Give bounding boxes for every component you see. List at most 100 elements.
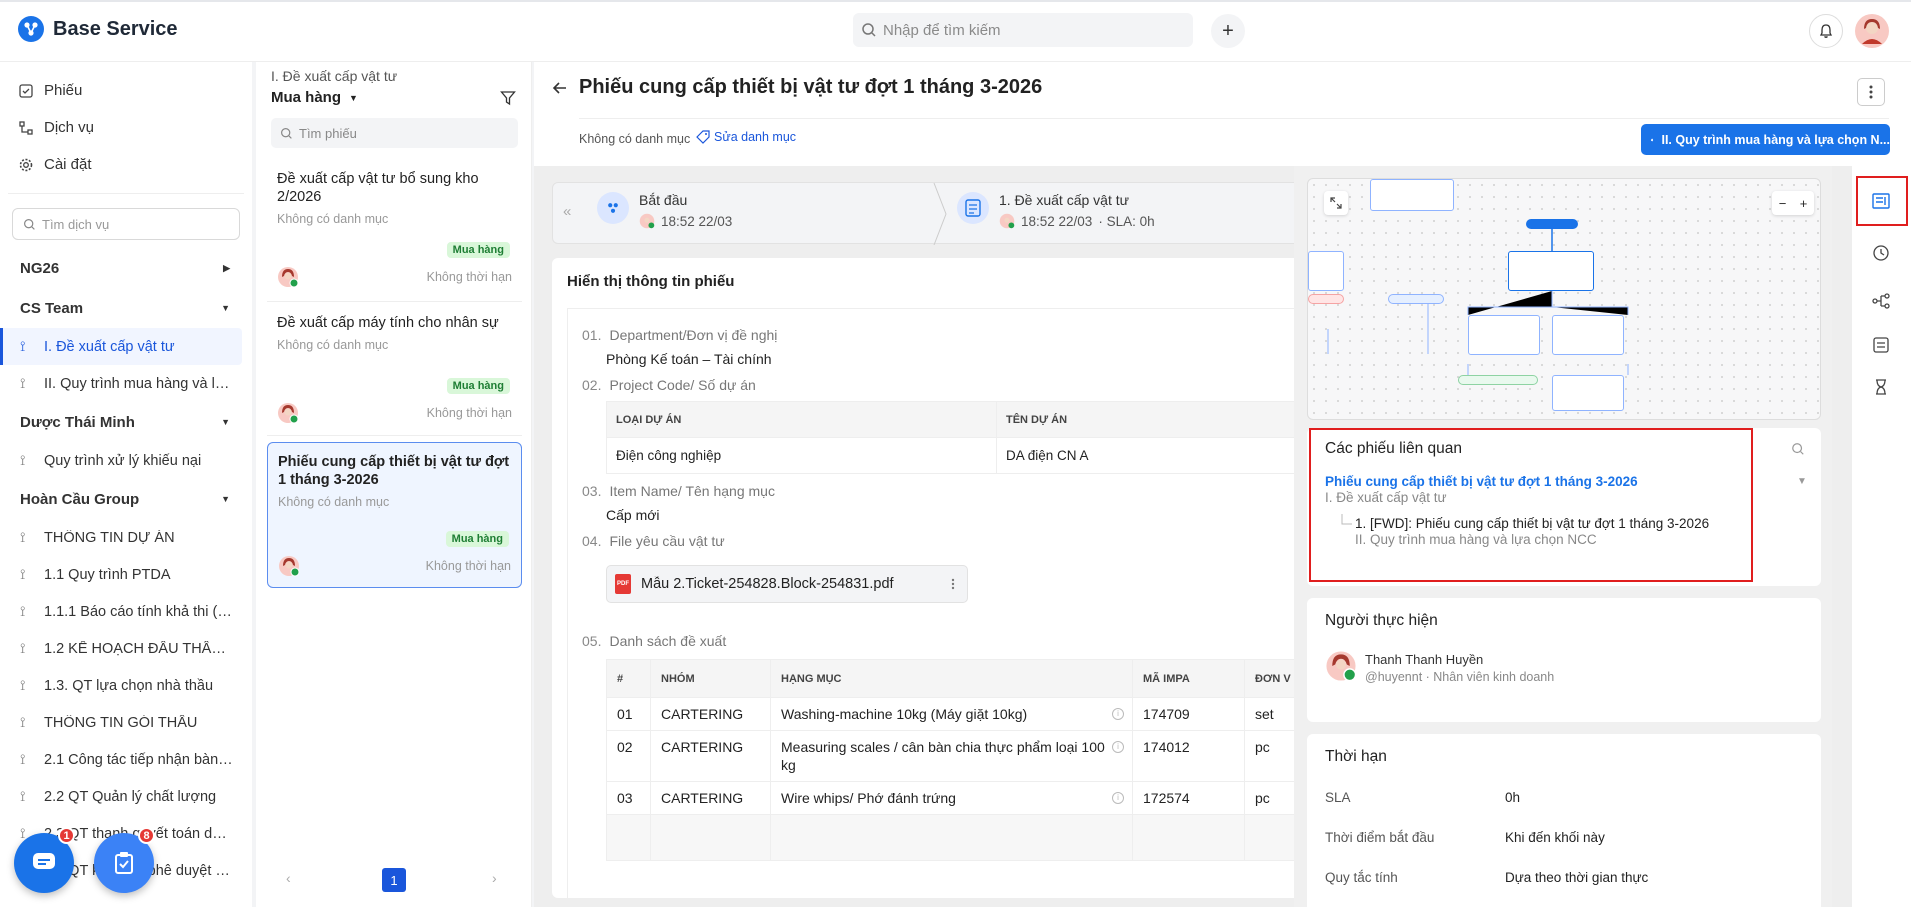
user-avatar[interactable] (1855, 14, 1889, 48)
workflow-icon[interactable] (1872, 292, 1890, 310)
group-cs-team[interactable]: CS Team ▼ (0, 288, 252, 328)
ticket-card[interactable]: Đề xuất cấp máy tính cho nhân sự Không c… (267, 304, 522, 436)
avatar (278, 555, 300, 577)
avatar-icon (1326, 651, 1357, 682)
nav-settings[interactable]: Cài đặt (0, 146, 252, 183)
edit-category-link[interactable]: Sửa danh mục (696, 130, 796, 144)
group-name: Dược Thái Minh (20, 413, 135, 431)
column-header: LOẠI DỰ ÁN (606, 401, 997, 438)
sidebar-item[interactable]: ⟟ 1.2 KẾ HOẠCH ĐẤU THẦU CHI TIẾT (0, 630, 252, 667)
tasks-button[interactable]: 8 (94, 827, 155, 893)
sidebar-item[interactable]: ⟟ THÔNG TIN DỰ ÁN (0, 519, 252, 556)
clock-icon[interactable] (1872, 244, 1890, 262)
related-child-service: II. Quy trình mua hàng và lựa chọn NCC (1355, 532, 1597, 547)
search-icon (862, 23, 876, 37)
group-hoan-cau[interactable]: Hoàn Cầu Group ▼ (0, 479, 252, 519)
kebab-icon[interactable] (951, 578, 955, 590)
column-header: TÊN DỰ ÁN (996, 401, 1312, 438)
group-duoc-thai-minh[interactable]: Dược Thái Minh ▼ (0, 402, 252, 442)
info-icon[interactable]: i (1112, 741, 1124, 753)
sidebar-item-label: II. Quy trình mua hàng và lựa chọn NCC (44, 375, 234, 392)
nav-tickets[interactable]: Phiếu (0, 72, 252, 109)
add-button[interactable]: + (1211, 14, 1245, 48)
caret-down-icon[interactable]: ▼ (1797, 476, 1807, 487)
chevrons-left-icon[interactable]: « (563, 203, 571, 220)
group-name: Hoàn Cầu Group (20, 490, 140, 508)
related-main-ticket[interactable]: Phiếu cung cấp thiết bị vật tư đợt 1 thá… (1325, 474, 1638, 489)
table-row: 02 CARTERING i Measuring scales / cân bàn… (606, 730, 1312, 782)
sidebar-item-label: 1.1 Quy trình PTDA (44, 566, 171, 583)
checklist-icon[interactable] (1872, 336, 1890, 354)
workflow-diagram[interactable]: − + (1307, 178, 1821, 420)
sidebar-item-khieu-nai[interactable]: ⟟ Quy trình xử lý khiếu nại (0, 442, 252, 479)
next-page-button[interactable]: › (492, 870, 497, 886)
right-panel: − + Các phiếu liên quan Phiếu cung cấp th… (1294, 166, 1832, 907)
tree-branch-icon (1341, 514, 1352, 525)
sidebar-item-de-xuat[interactable]: ⟟ I. Đề xuất cấp vật tư (0, 328, 242, 365)
ticket-icon (19, 83, 33, 98)
nav-label: Dịch vụ (44, 119, 95, 136)
info-icon[interactable]: i (1112, 708, 1124, 720)
service-icon: ⟟ (20, 640, 26, 657)
process-button[interactable]: II. Quy trình mua hàng và lựa chọn N... (1641, 124, 1890, 155)
info-icon[interactable]: i (1112, 792, 1124, 804)
global-search[interactable]: Nhập để tìm kiếm (853, 13, 1193, 47)
ticket-tag: Mua hàng (446, 242, 510, 258)
sort-label: Mua hàng (271, 89, 341, 106)
service-search[interactable]: Tìm dịch vụ (12, 208, 240, 240)
sidebar-item[interactable]: ⟟ 1.1 Quy trình PTDA (0, 556, 252, 593)
nav-label: Phiếu (44, 82, 83, 99)
ticket-search[interactable]: Tìm phiếu (271, 118, 518, 148)
sidebar-item[interactable]: ⟟ 1.1.1 Báo cáo tính khả thi (Tiền khả th… (0, 593, 252, 630)
page-number[interactable]: 1 (382, 868, 406, 892)
pagination: ‹ 1 › (256, 868, 532, 898)
prev-page-button[interactable]: ‹ (286, 870, 291, 886)
service-icon: ⟟ (20, 714, 26, 731)
notification-button[interactable] (1809, 14, 1843, 48)
search-icon[interactable] (1791, 442, 1805, 456)
sidebar-item[interactable]: ⟟ 2.2 QT Quản lý chất lượng (0, 778, 252, 815)
field-label-text: Danh sách đề xuất (609, 633, 727, 649)
logo-icon (18, 16, 44, 42)
chat-button[interactable]: 1 (14, 827, 75, 893)
sidebar-item-label: 1.2 KẾ HOẠCH ĐẤU THẦU CHI TIẾT (44, 640, 234, 657)
bell-icon (1819, 24, 1833, 38)
step-name: 1. Đề xuất cấp vật tư (999, 192, 1129, 208)
detail-panel-icon[interactable] (1872, 192, 1890, 210)
arrow-left-icon (552, 82, 566, 94)
group-ng26[interactable]: NG26 ▶ (0, 248, 252, 288)
field-value: Phòng Kế toán – Tài chính (606, 351, 772, 367)
more-options-button[interactable] (1857, 78, 1885, 106)
deadline-title: Thời hạn (1325, 748, 1387, 765)
back-button[interactable] (552, 80, 568, 96)
ticket-card-selected[interactable]: Phiếu cung cấp thiết bị vật tư đợt 1 thá… (267, 442, 522, 588)
step-1[interactable]: 1. Đề xuất cấp vật tư 18:52 22/03 · SLA: … (957, 192, 1155, 229)
flow-node[interactable] (1552, 375, 1624, 411)
filter-button[interactable] (500, 90, 516, 106)
step-start[interactable]: Bắt đầu 18:52 22/03 (597, 192, 732, 229)
file-attachment[interactable]: PDF Mẫu 2.Ticket-254828.Block-254831.pdf (606, 565, 968, 603)
sidebar-item[interactable]: ⟟ 2.1 Công tác tiếp nhận bàn giao (0, 741, 252, 778)
brand[interactable]: Base Service (18, 16, 178, 42)
sidebar-item[interactable]: ⟟ THÔNG TIN GÓI THẦU (0, 704, 252, 741)
field-value: Cấp mới (606, 507, 660, 523)
hourglass-icon[interactable] (1872, 378, 1890, 396)
field-label: 03. Item Name/ Tên hạng mục (582, 483, 775, 499)
avatar-icon (278, 403, 299, 424)
sort-dropdown[interactable]: Mua hàng ▼ (271, 89, 358, 106)
related-child-ticket[interactable]: 1. [FWD]: Phiếu cung cấp thiết bị vật tư… (1355, 516, 1709, 531)
sidebar-item[interactable]: ⟟ 1.3. QT lựa chọn nhà thầu (0, 667, 252, 704)
cell: Điện công nghiệp (606, 437, 997, 474)
flow-node-active[interactable] (1508, 251, 1594, 291)
sidebar-item-quy-trinh-mua-hang[interactable]: ⟟ II. Quy trình mua hàng và lựa chọn NCC (0, 365, 252, 402)
flow-node[interactable] (1552, 315, 1624, 355)
step-time: 18:52 22/03 (661, 213, 733, 229)
table-row: Điện công nghiệp DA điện CN A (606, 437, 1312, 474)
deadline-value: Khi đến khối này (1505, 830, 1605, 845)
ticket-card[interactable]: Đề xuất cấp vật tư bổ sung kho 2/2026 Kh… (267, 160, 522, 302)
service-icon: ⟟ (20, 375, 26, 392)
flow-node[interactable] (1468, 315, 1540, 355)
file-name: Mẫu 2.Ticket-254828.Block-254831.pdf (641, 576, 894, 592)
cell: DA điện CN A (996, 437, 1312, 474)
nav-services[interactable]: Dịch vụ (0, 109, 252, 146)
